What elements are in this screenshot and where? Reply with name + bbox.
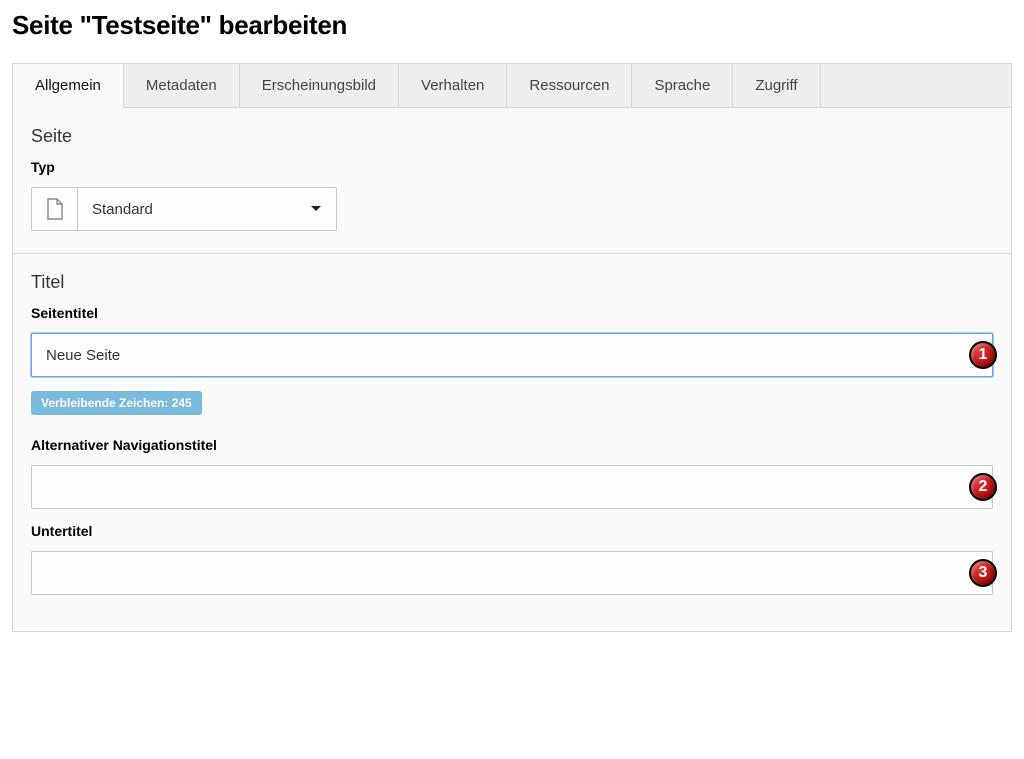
tab-ressourcen[interactable]: Ressourcen	[507, 64, 632, 107]
tab-allgemein[interactable]: Allgemein	[13, 64, 124, 108]
page-type-select[interactable]: Standard	[77, 187, 337, 231]
seitentitel-input[interactable]	[31, 333, 993, 377]
type-label: Typ	[31, 159, 993, 175]
section-titel: Titel Seitentitel 1 Verbleibende Zeichen…	[13, 254, 1011, 631]
remaining-chars-pill: Verbleibende Zeichen: 245	[31, 391, 202, 415]
tab-bar: Allgemein Metadaten Erscheinungsbild Ver…	[13, 64, 1011, 108]
page-title: Seite "Testseite" bearbeiten	[12, 10, 1012, 41]
tab-erscheinungsbild[interactable]: Erscheinungsbild	[240, 64, 399, 107]
page-icon	[46, 198, 64, 220]
tab-metadaten[interactable]: Metadaten	[124, 64, 240, 107]
edit-form: Allgemein Metadaten Erscheinungsbild Ver…	[12, 63, 1012, 632]
section-seite: Seite Typ Standard	[13, 108, 1011, 254]
untertitel-label: Untertitel	[31, 523, 993, 539]
tab-verhalten[interactable]: Verhalten	[399, 64, 507, 107]
tab-zugriff[interactable]: Zugriff	[733, 64, 820, 107]
nav-title-input[interactable]	[31, 465, 993, 509]
tab-sprache[interactable]: Sprache	[632, 64, 733, 107]
section-titel-title: Titel	[31, 272, 993, 293]
section-seite-title: Seite	[31, 126, 993, 147]
seitentitel-label: Seitentitel	[31, 305, 993, 321]
untertitel-input[interactable]	[31, 551, 993, 595]
nav-title-label: Alternativer Navigationstitel	[31, 437, 993, 453]
page-type-icon-box	[31, 187, 77, 231]
